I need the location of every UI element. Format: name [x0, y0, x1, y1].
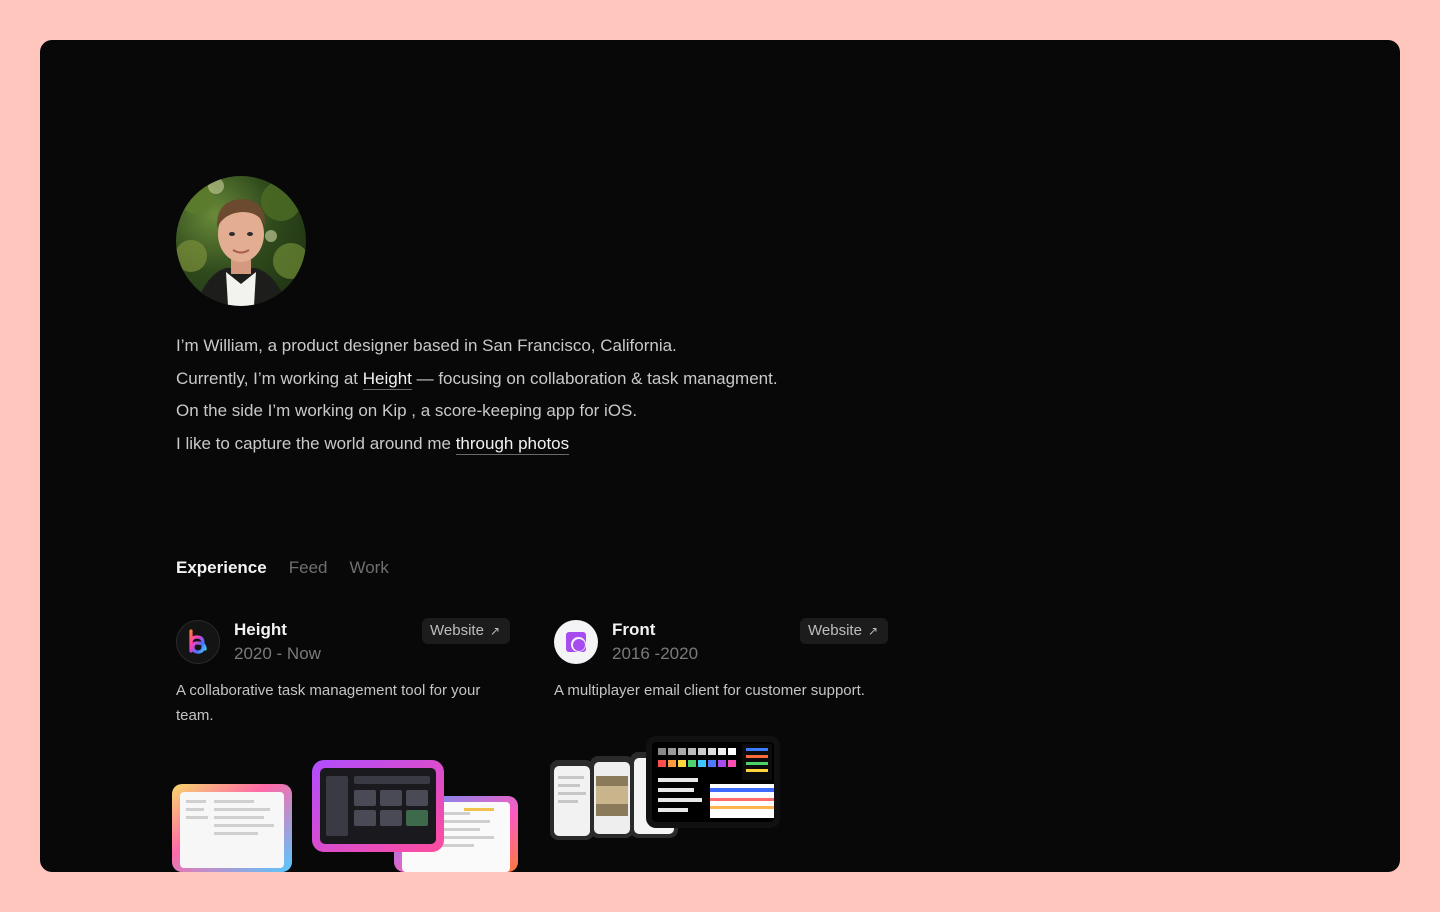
- photos-link[interactable]: through photos: [455, 433, 570, 455]
- front-logo-icon: [554, 620, 598, 664]
- avatar: [176, 176, 306, 306]
- arrow-up-right-icon: ↗: [489, 624, 500, 638]
- tab-feed[interactable]: Feed: [289, 558, 328, 578]
- company-description: A multiplayer email client for customer …: [554, 682, 865, 699]
- company-years: 2020 - Now: [234, 644, 321, 663]
- bio-line-1: I’m William, a product designer based in…: [176, 336, 677, 355]
- bio-line-2: Currently, I’m working at Height — focus…: [176, 368, 778, 390]
- bio: I’m William, a product designer based in…: [176, 330, 778, 460]
- tab-experience[interactable]: Experience: [176, 558, 267, 578]
- height-website-button[interactable]: Website ↗: [422, 618, 510, 644]
- front-product-screenshot: [550, 736, 780, 840]
- company-name: Front: [612, 620, 656, 639]
- company-years: 2016 -2020: [612, 644, 699, 663]
- height-logo-icon: [176, 620, 220, 664]
- company-description: A collaborative task management tool for…: [176, 682, 481, 724]
- arrow-up-right-icon: ↗: [867, 624, 878, 638]
- height-product-screenshot: [172, 760, 518, 872]
- bio-line-4: I like to capture the world around me th…: [176, 433, 570, 455]
- section-tabs: Experience Feed Work: [176, 558, 389, 578]
- website-label: Website: [430, 622, 484, 639]
- height-link[interactable]: Height: [362, 368, 412, 390]
- company-name: Height: [234, 620, 287, 639]
- website-label: Website: [808, 622, 862, 639]
- front-website-button[interactable]: Website ↗: [800, 618, 888, 644]
- tab-work[interactable]: Work: [349, 558, 388, 578]
- bio-line-3: On the side I’m working on Kip , a score…: [176, 401, 638, 420]
- portfolio-window: I’m William, a product designer based in…: [40, 40, 1400, 872]
